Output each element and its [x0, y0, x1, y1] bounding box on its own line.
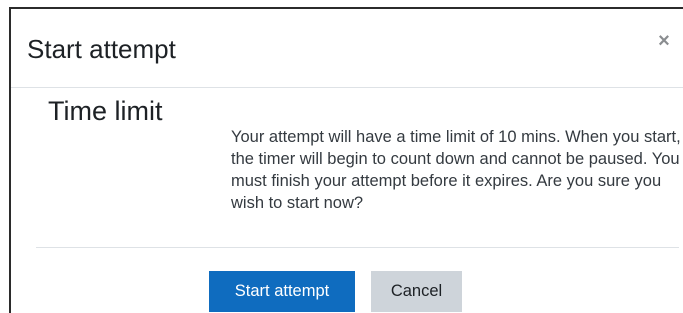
start-attempt-dialog: Start attempt × Time limit Your attempt … — [0, 0, 683, 313]
time-limit-heading: Time limit — [48, 96, 163, 126]
dialog-body: Time limit Your attempt will have a time… — [11, 88, 683, 313]
footer-divider — [36, 247, 679, 248]
cancel-button[interactable]: Cancel — [371, 271, 462, 312]
time-limit-message: Your attempt will have a time limit of 1… — [231, 128, 681, 212]
dialog-header: Start attempt × — [11, 9, 683, 88]
close-icon: × — [658, 30, 670, 52]
start-attempt-button[interactable]: Start attempt — [209, 271, 355, 312]
dialog-title: Start attempt — [27, 34, 176, 64]
close-button[interactable]: × — [652, 29, 676, 53]
